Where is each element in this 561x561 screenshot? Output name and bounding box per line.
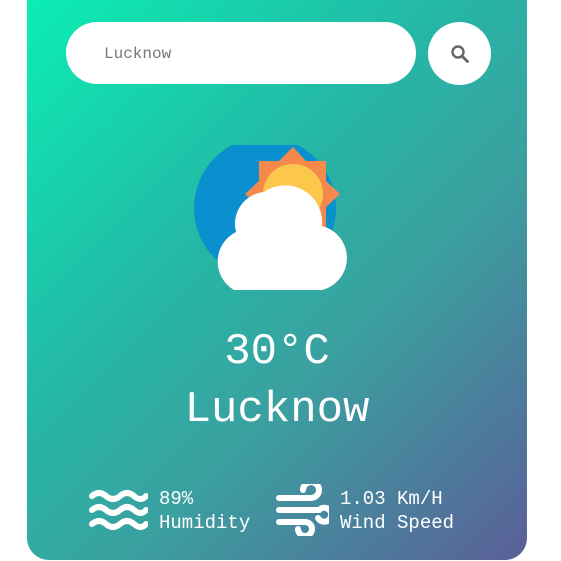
wind-speed-label: Wind Speed [340,512,455,534]
wind-icon [276,484,329,536]
weather-card: 30°C Lucknow 89% Humidity 1.03 Km/H Wind… [27,0,527,560]
search-icon [450,44,469,63]
partly-cloudy-icon [194,145,347,290]
humidity-value: 89% [159,488,194,510]
humidity-label: Humidity [159,512,251,534]
temperature: 30°C [224,327,330,377]
search-input[interactable] [102,22,406,86]
humidity-waves-icon [89,490,148,530]
search-button[interactable] [428,22,491,85]
wind-speed-value: 1.03 Km/H [340,488,443,510]
search-bar[interactable] [66,22,416,86]
city-name: Lucknow [184,385,370,435]
